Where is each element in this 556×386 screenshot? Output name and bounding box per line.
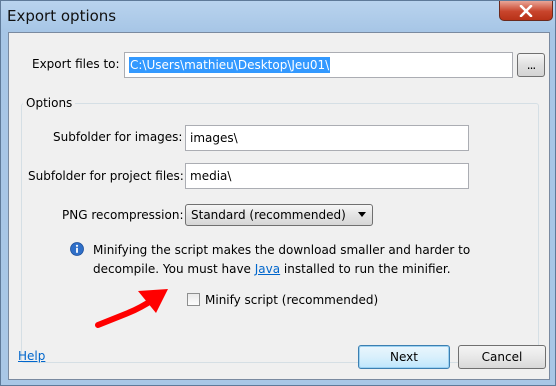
help-link[interactable]: Help xyxy=(18,349,45,363)
info-text-suffix: installed to run the minifier. xyxy=(280,262,451,276)
browse-button[interactable]: ... xyxy=(517,53,545,77)
window-title: Export options xyxy=(7,7,117,25)
project-subfolder-input[interactable]: media\ xyxy=(185,163,469,189)
cancel-button[interactable]: Cancel xyxy=(458,345,546,369)
info-text-prefix: decompile. You must have xyxy=(93,262,255,276)
png-recompression-select[interactable]: Standard (recommended) xyxy=(185,204,373,226)
title-bar[interactable]: Export options xyxy=(1,1,556,33)
options-group-title: Options xyxy=(23,96,76,110)
chevron-down-icon xyxy=(358,212,366,217)
png-recompression-value: Standard (recommended) xyxy=(191,208,346,222)
red-arrow-annotation xyxy=(95,289,168,328)
export-path-input[interactable]: C:\Users\mathieu\Desktop\Jeu01\ xyxy=(124,52,513,78)
close-icon xyxy=(519,4,533,17)
next-button[interactable]: Next xyxy=(358,345,450,369)
java-link[interactable]: Java xyxy=(255,262,280,276)
images-subfolder-label: Subfolder for images: xyxy=(53,130,183,144)
info-text-line1: Minifying the script makes the download … xyxy=(93,243,471,257)
close-button[interactable] xyxy=(499,1,553,21)
minify-checkbox[interactable] xyxy=(187,293,200,306)
info-text-line2: decompile. You must have Java installed … xyxy=(93,262,451,276)
export-path-label: Export files to: xyxy=(32,57,120,71)
images-subfolder-input[interactable]: images\ xyxy=(185,125,469,151)
dialog-body: Export files to: C:\Users\mathieu\Deskto… xyxy=(8,32,550,380)
info-icon xyxy=(70,242,84,256)
export-path-value: C:\Users\mathieu\Desktop\Jeu01\ xyxy=(129,57,331,73)
export-options-window: Export options Export files to: C:\Users… xyxy=(0,0,556,386)
png-recompression-label: PNG recompression: xyxy=(62,208,184,222)
project-subfolder-label: Subfolder for project files: xyxy=(28,169,184,183)
minify-label[interactable]: Minify script (recommended) xyxy=(205,293,378,307)
images-subfolder-value: images\ xyxy=(190,131,238,145)
project-subfolder-value: media\ xyxy=(190,169,232,183)
